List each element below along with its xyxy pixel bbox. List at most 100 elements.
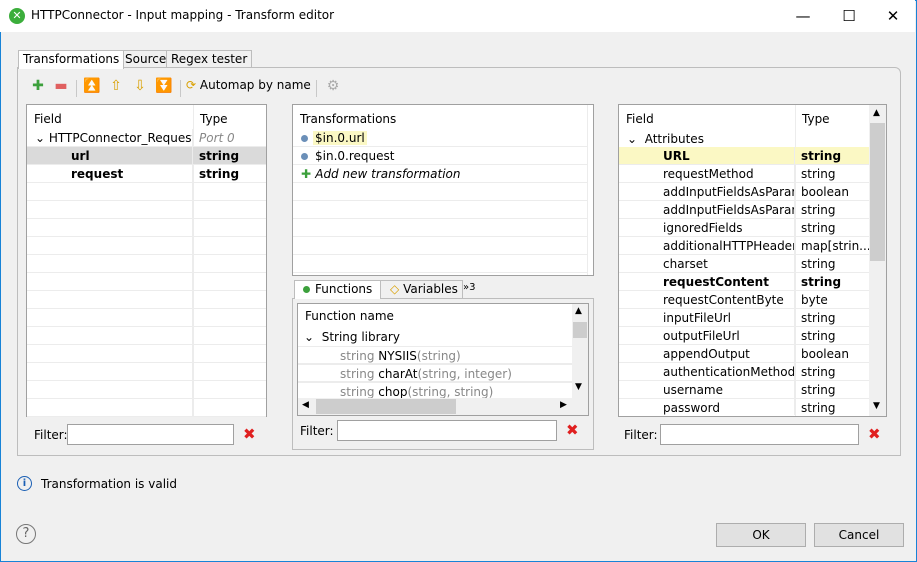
output-filter[interactable] <box>660 424 859 445</box>
clear-filter-icon[interactable]: ✖ <box>868 425 881 443</box>
status-text: Transformation is valid <box>41 477 177 491</box>
table-row[interactable]: addInputFieldsAsParame boolean <box>619 183 869 201</box>
attributes-group[interactable]: ⌄ Attributes <box>627 130 704 148</box>
table-row[interactable]: ignoredFields string <box>619 219 869 237</box>
table-row[interactable]: username string <box>619 381 869 399</box>
add-icon: ✚ <box>301 167 316 181</box>
tab-transformations[interactable]: Transformations <box>18 50 125 69</box>
type-cell: string <box>801 257 836 271</box>
tab-variables[interactable]: ◇ Variables <box>377 280 463 298</box>
table-row <box>27 309 266 327</box>
transformation-text: $in.0.url <box>313 131 367 145</box>
table-row[interactable]: inputFileUrl string <box>619 309 869 327</box>
table-row[interactable]: requestContentByte byte <box>619 291 869 309</box>
table-row[interactable]: charset string <box>619 255 869 273</box>
transformations-panel: Transformations $in.0.url $in.0.request ✚ … <box>292 104 594 276</box>
horizontal-scrollbar[interactable]: ◀ ▶ <box>298 398 588 415</box>
field-cell: inputFileUrl <box>619 309 795 326</box>
tab-source[interactable]: Source <box>121 50 172 68</box>
tab-regex-tester[interactable]: Regex tester <box>166 50 253 68</box>
table-row[interactable]: request string <box>27 165 266 183</box>
separator <box>316 80 317 97</box>
minimize-button[interactable]: — <box>780 0 826 32</box>
table-row[interactable]: password string <box>619 399 869 415</box>
clear-filter-icon[interactable]: ✖ <box>243 425 256 443</box>
function-name: NYSIIS <box>378 349 417 363</box>
table-row <box>27 237 266 255</box>
move-down-icon[interactable]: ⇩ <box>130 78 150 94</box>
chevron-down-icon[interactable]: ⌄ <box>35 131 49 145</box>
vertical-scrollbar[interactable]: ▲ ▼ <box>572 304 588 398</box>
automap-icon: ⟳ <box>186 78 197 92</box>
table-row <box>27 381 266 399</box>
field-cell <box>27 291 193 308</box>
vertical-scrollbar[interactable]: ▲ ▼ <box>869 105 886 416</box>
functions-list: Function name ⌄ String library string NY… <box>297 303 589 416</box>
table-row[interactable]: outputFileUrl string <box>619 327 869 345</box>
field-cell <box>27 183 193 200</box>
close-button[interactable]: ✕ <box>870 0 916 32</box>
maximize-button[interactable]: ☐ <box>826 0 872 32</box>
move-bottom-icon[interactable]: ⏬ <box>154 78 174 94</box>
table-row[interactable]: URL string <box>619 147 869 165</box>
app-icon: ✕ <box>9 8 25 24</box>
more-tabs-button[interactable]: »3 <box>463 282 475 293</box>
ok-button[interactable]: OK <box>716 523 806 547</box>
remove-icon[interactable]: ▬ <box>51 78 71 94</box>
return-type: string <box>340 367 375 381</box>
function-item[interactable]: string chop(string, string) <box>298 382 572 398</box>
gears-icon[interactable]: ⚙ <box>323 78 343 94</box>
separator <box>180 80 181 97</box>
table-row <box>27 345 266 363</box>
bullet-icon <box>301 135 308 142</box>
table-row[interactable]: ⌄ HTTPConnector_Request Port 0 <box>27 129 266 147</box>
functions-icon <box>303 286 310 293</box>
field-cell <box>27 363 193 380</box>
table-row <box>27 327 266 345</box>
transformation-row[interactable]: $in.0.request <box>293 147 587 165</box>
field-cell <box>27 201 193 218</box>
table-row[interactable]: url string <box>27 147 266 165</box>
type-cell: string <box>801 383 836 397</box>
filter-label: Filter: <box>34 428 68 442</box>
transformation-row[interactable]: $in.0.url <box>293 129 587 147</box>
table-row[interactable]: authenticationMethod string <box>619 363 869 381</box>
variables-icon: ◇ <box>390 282 400 296</box>
table-row[interactable]: requestContent string <box>619 273 869 291</box>
transformation-text: $in.0.request <box>315 149 395 163</box>
function-item[interactable]: string NYSIIS(string) <box>298 346 572 364</box>
field-cell <box>27 381 193 398</box>
field-cell <box>27 255 193 272</box>
table-row[interactable]: appendOutput boolean <box>619 345 869 363</box>
table-row[interactable]: requestMethod string <box>619 165 869 183</box>
transformation-row <box>293 219 587 237</box>
input-filter[interactable] <box>67 424 234 445</box>
field-cell: outputFileUrl <box>619 327 795 344</box>
string-library-group[interactable]: ⌄ String library <box>304 328 400 346</box>
help-button[interactable]: ? <box>16 524 36 544</box>
type-cell: string <box>801 149 842 163</box>
field-cell: ⌄ HTTPConnector_Request <box>27 129 193 146</box>
field-cell <box>27 399 193 416</box>
automap-button[interactable]: ⟳ Automap by name <box>186 78 311 92</box>
table-row[interactable]: additionalHTTPHeaders map[strin... <box>619 237 869 255</box>
transformation-row[interactable]: ✚ Add new transformation <box>293 165 587 183</box>
type-cell: string <box>801 311 836 325</box>
move-top-icon[interactable]: ⏫ <box>82 78 102 94</box>
functions-filter[interactable] <box>337 420 557 441</box>
tab-functions[interactable]: Functions <box>294 280 382 299</box>
field-cell <box>27 219 193 236</box>
output-fields-panel: Field Type ⌄ Attributes URL string request… <box>618 104 887 417</box>
function-item[interactable]: string charAt(string, integer) <box>298 364 572 382</box>
cancel-button[interactable]: Cancel <box>814 523 904 547</box>
return-type: string <box>340 385 375 398</box>
clear-filter-icon[interactable]: ✖ <box>566 421 579 439</box>
move-up-icon[interactable]: ⇧ <box>106 78 126 94</box>
function-name: charAt <box>378 367 418 381</box>
type-cell: string <box>801 203 836 217</box>
info-icon: i <box>17 476 32 491</box>
transformation-row <box>293 237 587 255</box>
table-row[interactable]: addInputFieldsAsParame string <box>619 201 869 219</box>
add-icon[interactable]: ✚ <box>28 78 48 94</box>
bullet-icon <box>301 153 308 160</box>
